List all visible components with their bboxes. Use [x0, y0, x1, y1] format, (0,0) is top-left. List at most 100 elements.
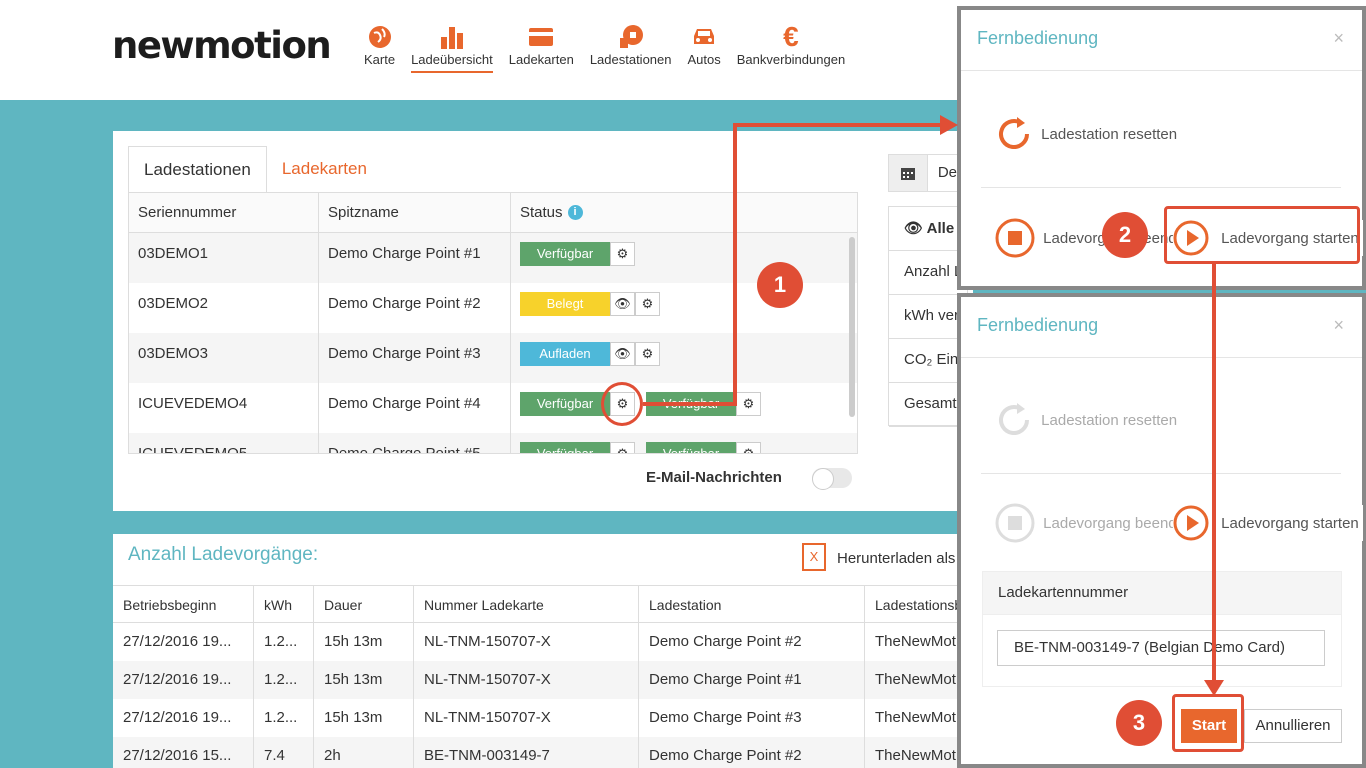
table-header: Betriebsbeginn kWh Dauer Nummer Ladekart… [113, 585, 973, 623]
table-scrollbar[interactable] [849, 237, 855, 417]
status-cell: Aufladen 👁 ⚙ [511, 333, 841, 383]
annotation-arrowhead [940, 115, 958, 135]
bar-chart-icon [439, 22, 465, 52]
cell: BE-TNM-003149-7 [414, 737, 639, 768]
newmotion-logo[interactable]: newmotion [112, 24, 332, 67]
date-filter[interactable]: De [888, 154, 968, 192]
serial-cell: ICUEVEDEMO4 [129, 383, 319, 433]
stats-row: Anzahl L [889, 251, 967, 295]
stop-charging-action[interactable]: Ladevorgang beenden [995, 503, 1193, 543]
cell: NL-TNM-150707-X [414, 661, 639, 699]
charger-icon [618, 22, 644, 52]
cell: 27/12/2016 19... [113, 699, 254, 737]
info-icon[interactable]: i [567, 205, 583, 220]
card-number-label: Ladekartennummer [982, 571, 1342, 615]
modal-title: Fernbedienung [977, 315, 1099, 335]
stats-row: Gesamt [889, 383, 967, 427]
close-icon[interactable]: × [1333, 315, 1344, 336]
divider [981, 187, 1341, 188]
column-header[interactable]: Betriebsbeginn [113, 586, 254, 622]
card-number-select[interactable]: BE-TNM-003149-7 (Belgian Demo Card) [997, 630, 1325, 666]
status-badge: Verfügbar [646, 442, 736, 453]
nickname-cell: Demo Charge Point #1 [319, 233, 511, 283]
annotation-arrow-line [733, 123, 943, 127]
status-badge: Verfügbar [520, 442, 610, 453]
tab-ladestationen[interactable]: Ladestationen [128, 146, 267, 192]
column-header[interactable]: Seriennummer [129, 193, 319, 232]
excel-icon[interactable]: X [802, 543, 826, 571]
cell: 1.2... [254, 661, 314, 699]
eye-icon: 👁 [904, 220, 927, 237]
nav-bankverbindungen[interactable]: € Bankverbindungen [736, 21, 846, 73]
reset-station-action[interactable]: Ladestation resetten [995, 115, 1177, 153]
annotation-highlight-gear [601, 382, 643, 426]
cell: 27/12/2016 19... [113, 661, 254, 699]
email-notifications-toggle[interactable] [812, 468, 852, 490]
cell: 15h 13m [314, 623, 414, 661]
modal-title: Fernbedienung [977, 28, 1099, 48]
nickname-cell: Demo Charge Point #4 [319, 383, 511, 433]
table-body: 03DEMO1 Demo Charge Point #1 Verfügbar ⚙… [129, 233, 857, 453]
annotation-step-3: 3 [1116, 700, 1162, 746]
status-badge: Aufladen [520, 342, 610, 366]
nav-ladestationen[interactable]: Ladestationen [590, 22, 672, 73]
column-header[interactable]: Ladestation [639, 586, 865, 622]
download-link[interactable]: Herunterladen als [837, 550, 955, 567]
nav-ladeuebersicht[interactable]: Ladeübersicht [411, 22, 493, 73]
gear-icon[interactable]: ⚙ [635, 292, 660, 316]
status-badge: Verfügbar [520, 242, 610, 266]
sessions-title: Anzahl Ladevorgänge: [128, 544, 319, 565]
divider [961, 357, 1362, 358]
nav-label: Autos [687, 52, 721, 67]
stats-box: 👁 Alle Anzahl L kWh ver CO₂ Eins Gesamt [888, 206, 968, 427]
cell: Demo Charge Point #2 [639, 623, 865, 661]
eye-icon[interactable]: 👁 [610, 342, 635, 366]
gear-icon[interactable]: ⚙ [610, 242, 635, 266]
cancel-button[interactable]: Annullieren [1244, 709, 1342, 743]
column-header[interactable]: Spitzname [319, 193, 511, 232]
column-header[interactable]: Dauer [314, 586, 414, 622]
stats-row: kWh ver [889, 295, 967, 339]
table-row[interactable]: 27/12/2016 19... 1.2... 15h 13m NL-TNM-1… [113, 699, 973, 737]
gear-icon[interactable]: ⚙ [736, 392, 761, 416]
gear-icon[interactable]: ⚙ [736, 442, 761, 453]
nav-label: Ladestationen [589, 52, 672, 67]
serial-cell: 03DEMO3 [129, 333, 319, 383]
cell: Demo Charge Point #2 [639, 737, 865, 768]
cell: 15h 13m [314, 699, 414, 737]
card-icon [528, 22, 554, 52]
nav-ladekarten[interactable]: Ladekarten [509, 22, 574, 73]
status-cell: Verfügbar ⚙ Verfügbar ⚙ [511, 383, 841, 433]
status-badge: Belegt [520, 292, 610, 316]
table-row: 03DEMO1 Demo Charge Point #1 Verfügbar ⚙ [129, 233, 857, 283]
start-charging-action[interactable]: Ladevorgang starten [1173, 505, 1363, 541]
stats-all-label: Alle [926, 220, 955, 237]
cell: NL-TNM-150707-X [414, 699, 639, 737]
stats-all[interactable]: 👁 Alle [889, 207, 967, 251]
cell: 1.2... [254, 623, 314, 661]
cell: NL-TNM-150707-X [414, 623, 639, 661]
table-row[interactable]: 27/12/2016 19... 1.2... 15h 13m NL-TNM-1… [113, 661, 973, 699]
nav-autos[interactable]: Autos [688, 22, 721, 73]
nickname-cell: Demo Charge Point #2 [319, 283, 511, 333]
divider [981, 473, 1341, 474]
email-notifications-label: E-Mail-Nachrichten [646, 469, 782, 486]
column-header[interactable]: Nummer Ladekarte [414, 586, 639, 622]
annotation-arrow-line [1212, 264, 1216, 684]
cell: 27/12/2016 19... [113, 623, 254, 661]
stop-icon [995, 503, 1035, 543]
close-icon[interactable]: × [1333, 28, 1344, 49]
table-row: ICUEVEDEMO4 Demo Charge Point #4 Verfügb… [129, 383, 857, 433]
car-icon [690, 22, 718, 52]
reset-station-action[interactable]: Ladestation resetten [995, 401, 1177, 439]
gear-icon[interactable]: ⚙ [635, 342, 660, 366]
table-row[interactable]: 27/12/2016 19... 1.2... 15h 13m NL-TNM-1… [113, 623, 973, 661]
table-row[interactable]: 27/12/2016 15... 7.4 2h BE-TNM-003149-7 … [113, 737, 973, 768]
nav-karte[interactable]: Karte [364, 22, 395, 73]
refresh-icon [999, 117, 1029, 150]
tab-ladekarten[interactable]: Ladekarten [267, 146, 382, 192]
column-header[interactable]: kWh [254, 586, 314, 622]
nav-label: Bankverbindungen [736, 52, 846, 67]
gear-icon[interactable]: ⚙ [610, 442, 635, 453]
eye-icon[interactable]: 👁 [610, 292, 635, 316]
